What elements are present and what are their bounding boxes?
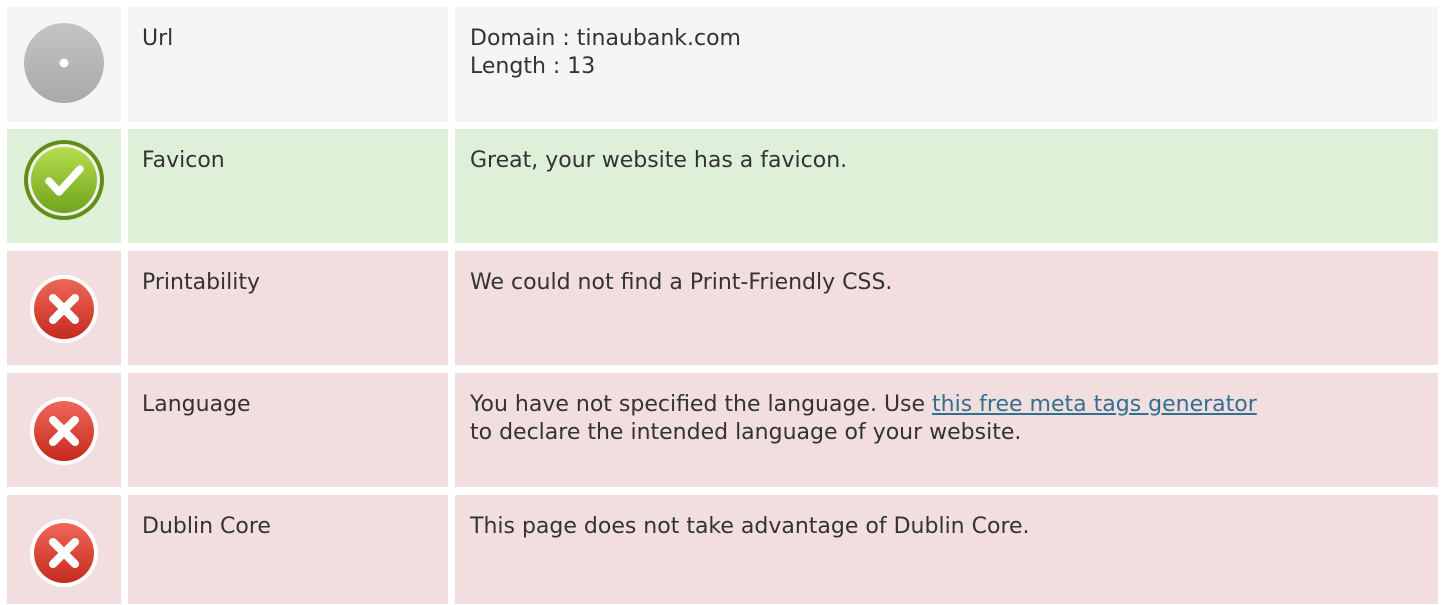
domain-line: Domain : tinaubank.com [470,26,741,51]
row-label: Dublin Core [128,495,448,604]
meta-tags-generator-link[interactable]: this free meta tags generator [932,392,1257,417]
report-row-url: Url Domain : tinaubank.com Length : 13 [7,7,1438,122]
row-value: Great, your website has a favicon. [455,129,1438,243]
status-cell [7,373,121,487]
report-row-printability: Printability We could not find a Print-F… [7,251,1438,365]
error-x-icon [29,518,99,588]
error-x-icon [29,274,99,344]
row-label: Language [128,373,448,487]
language-text-before: You have not specified the language. Use [470,392,933,417]
error-x-icon [29,396,99,466]
row-value: Domain : tinaubank.com Length : 13 [455,7,1438,122]
report-row-language: Language You have not specified the lang… [7,373,1438,487]
status-cell [7,251,121,365]
length-line: Length : 13 [470,54,596,79]
row-label: Favicon [128,129,448,243]
row-value: We could not find a Print-Friendly CSS. [455,251,1438,365]
status-cell [7,495,121,604]
check-icon [23,139,105,221]
row-value: This page does not take advantage of Dub… [455,495,1438,604]
language-text-after: to declare the intended language of your… [470,420,1022,445]
row-label: Printability [128,251,448,365]
row-value: You have not specified the language. Use… [455,373,1438,487]
neutral-disc-icon [23,22,105,104]
row-label: Url [128,7,448,122]
status-cell [7,129,121,243]
seo-report-table: Url Domain : tinaubank.com Length : 13 F… [0,0,1443,605]
report-row-favicon: Favicon Great, your website has a favico… [7,129,1438,243]
report-row-dublin-core: Dublin Core This page does not take adva… [7,495,1438,604]
status-cell [7,7,121,122]
